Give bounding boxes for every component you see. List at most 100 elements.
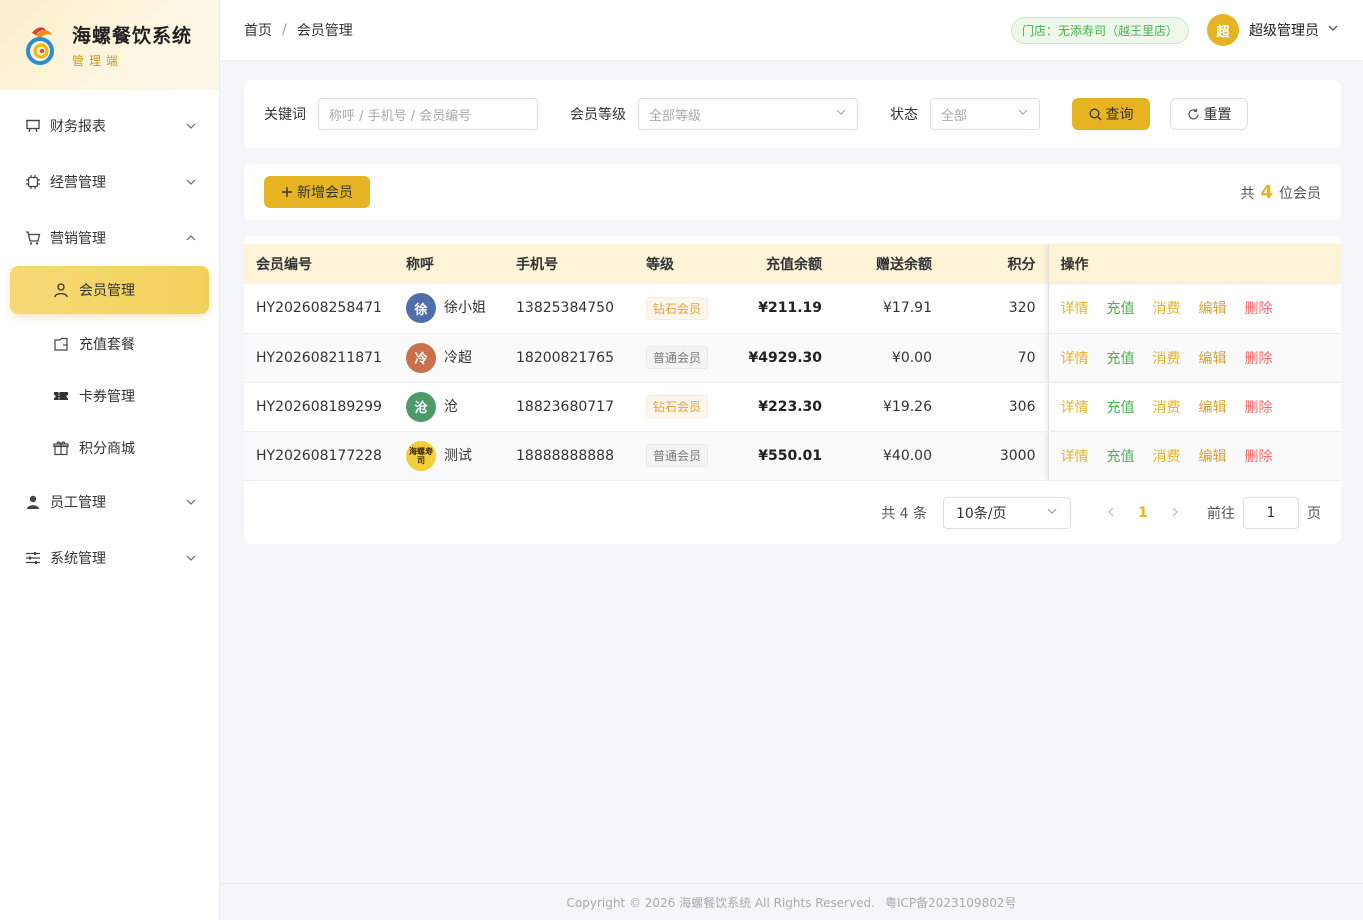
sidebar-item-system[interactable]: 系统管理 bbox=[0, 530, 219, 586]
sidebar-item-points-mall[interactable]: 积分商城 bbox=[10, 422, 209, 474]
actions-cell: 详情 充值 消费 编辑 删除 bbox=[1047, 284, 1341, 334]
actions-cell: 详情 充值 消费 编辑 删除 bbox=[1047, 382, 1341, 432]
icp-link[interactable]: 粤ICP备2023109802号 bbox=[885, 894, 1017, 911]
report-icon bbox=[24, 117, 42, 135]
breadcrumb: 首页 / 会员管理 bbox=[244, 20, 1011, 40]
sidebar-item-label: 充值套餐 bbox=[79, 337, 135, 353]
sidebar-item-members[interactable]: 会员管理 bbox=[10, 266, 209, 314]
member-table-card: 会员编号 称呼 手机号 等级 充值余额 赠送余额 积分 操作 HY2026082… bbox=[244, 236, 1341, 544]
sidebar-menu: 财务报表 经营管理 营销管理 会员管理 充值套餐 卡券管理 积分商城 员工管理 … bbox=[0, 90, 219, 586]
total-count: 共 4 条 bbox=[881, 506, 927, 522]
member-phone: 18200821765 bbox=[504, 333, 634, 383]
col-name: 称呼 bbox=[394, 244, 504, 284]
detail-link[interactable]: 详情 bbox=[1061, 301, 1089, 317]
status-select[interactable]: 全部 bbox=[930, 98, 1040, 130]
breadcrumb-separator: / bbox=[282, 22, 287, 38]
delete-link[interactable]: 删除 bbox=[1245, 400, 1273, 416]
member-level-cell: 钻石会员 bbox=[634, 382, 724, 432]
breadcrumb-home[interactable]: 首页 bbox=[244, 20, 272, 40]
sidebar-item-marketing[interactable]: 营销管理 bbox=[0, 210, 219, 266]
sidebar-item-recharge-plans[interactable]: 充值套餐 bbox=[10, 318, 209, 370]
edit-link[interactable]: 编辑 bbox=[1199, 351, 1227, 367]
add-member-label: 新增会员 bbox=[297, 185, 353, 201]
detail-link[interactable]: 详情 bbox=[1061, 449, 1089, 465]
edit-link[interactable]: 编辑 bbox=[1199, 301, 1227, 317]
chevron-down-icon bbox=[185, 552, 197, 564]
member-id: HY202608211871 bbox=[244, 333, 394, 383]
recharge-link[interactable]: 充值 bbox=[1107, 301, 1135, 317]
sidebar-item-operations[interactable]: 经营管理 bbox=[0, 154, 219, 210]
user-name: 超级管理员 bbox=[1249, 23, 1319, 39]
detail-link[interactable]: 详情 bbox=[1061, 400, 1089, 416]
member-name-cell: 冷冷超 bbox=[394, 333, 504, 383]
recharge-link[interactable]: 充值 bbox=[1107, 351, 1135, 367]
brand-title: 海螺餐饮系统 bbox=[72, 25, 193, 47]
keyword-input[interactable]: 称呼 / 手机号 / 会员编号 bbox=[318, 98, 538, 130]
recharge-link[interactable]: 充值 bbox=[1107, 400, 1135, 416]
recharge-balance: ¥550.01 bbox=[724, 431, 834, 481]
delete-link[interactable]: 删除 bbox=[1245, 301, 1273, 317]
sliders-icon bbox=[24, 549, 42, 567]
count-number: 4 bbox=[1260, 181, 1273, 203]
sidebar-item-staff[interactable]: 员工管理 bbox=[0, 474, 219, 530]
marketing-submenu: 会员管理 充值套餐 卡券管理 积分商城 bbox=[0, 266, 219, 474]
consume-link[interactable]: 消费 bbox=[1153, 400, 1181, 416]
query-button[interactable]: 查询 bbox=[1072, 98, 1150, 130]
goto-label: 前往 bbox=[1207, 506, 1235, 522]
user-menu[interactable]: 超 超级管理员 bbox=[1207, 14, 1339, 46]
goto-value: 1 bbox=[1266, 505, 1276, 521]
member-avatar: 徐 bbox=[406, 293, 436, 324]
brand-subtitle: 管理端 bbox=[72, 54, 124, 68]
store-badge: 门店：无添寿司（越王里店） bbox=[1010, 16, 1189, 44]
user-icon bbox=[24, 493, 42, 511]
chevron-down-icon bbox=[185, 176, 197, 188]
member-name-cell: 海螺寿司 测试 bbox=[394, 431, 504, 481]
chevron-down-icon bbox=[185, 120, 197, 132]
member-level-cell: 普通会员 bbox=[634, 431, 724, 481]
consume-link[interactable]: 消费 bbox=[1153, 351, 1181, 367]
level-select[interactable]: 全部等级 bbox=[638, 98, 858, 130]
gift-balance: ¥40.00 bbox=[834, 431, 944, 481]
edit-link[interactable]: 编辑 bbox=[1199, 400, 1227, 416]
delete-link[interactable]: 删除 bbox=[1245, 351, 1273, 367]
gift-balance: ¥0.00 bbox=[834, 333, 944, 383]
level-badge: 钻石会员 bbox=[646, 296, 709, 320]
query-label: 查询 bbox=[1105, 107, 1134, 123]
status-label: 状态 bbox=[890, 107, 918, 123]
member-count: 共 4 位会员 bbox=[1240, 182, 1321, 203]
reset-button[interactable]: 重置 bbox=[1170, 98, 1248, 130]
col-recharge: 充值余额 bbox=[724, 244, 834, 284]
delete-link[interactable]: 删除 bbox=[1245, 449, 1273, 465]
search-icon bbox=[1089, 108, 1102, 121]
brand: 海螺餐饮系统 管理端 bbox=[0, 0, 219, 90]
chevron-down-icon bbox=[1017, 106, 1029, 122]
detail-link[interactable]: 详情 bbox=[1061, 351, 1089, 367]
sidebar-item-finance[interactable]: 财务报表 bbox=[0, 98, 219, 154]
member-id: HY202608177228 bbox=[244, 431, 394, 481]
consume-link[interactable]: 消费 bbox=[1153, 301, 1181, 317]
consume-link[interactable]: 消费 bbox=[1153, 449, 1181, 465]
edit-link[interactable]: 编辑 bbox=[1199, 449, 1227, 465]
goto-page-input[interactable]: 1 bbox=[1243, 497, 1299, 529]
points: 70 bbox=[944, 333, 1048, 383]
reset-label: 重置 bbox=[1203, 107, 1232, 123]
member-level-cell: 普通会员 bbox=[634, 333, 724, 383]
actions-cell: 详情 充值 消费 编辑 删除 bbox=[1047, 431, 1341, 481]
member-table: 会员编号 称呼 手机号 等级 充值余额 赠送余额 积分 操作 HY2026082… bbox=[244, 244, 1341, 481]
table-row: HY202608189299 沧沧 18823680717 钻石会员 ¥223.… bbox=[244, 382, 1341, 432]
next-page-button[interactable] bbox=[1159, 505, 1191, 521]
sidebar-item-coupons[interactable]: 卡券管理 bbox=[10, 370, 209, 422]
prev-page-button[interactable] bbox=[1095, 505, 1127, 521]
col-gift: 赠送余额 bbox=[834, 244, 944, 284]
chevron-down-icon bbox=[185, 496, 197, 508]
member-name: 测试 bbox=[444, 447, 472, 464]
recharge-link[interactable]: 充值 bbox=[1107, 449, 1135, 465]
member-avatar: 沧 bbox=[406, 391, 436, 422]
chevron-right-icon bbox=[1170, 505, 1180, 521]
ticket-icon bbox=[52, 387, 70, 405]
page-size-select[interactable]: 10条/页 bbox=[943, 497, 1071, 529]
member-phone: 18888888888 bbox=[504, 431, 634, 481]
add-member-button[interactable]: 新增会员 bbox=[264, 176, 370, 208]
member-phone: 18823680717 bbox=[504, 382, 634, 432]
page-number[interactable]: 1 bbox=[1127, 505, 1159, 521]
